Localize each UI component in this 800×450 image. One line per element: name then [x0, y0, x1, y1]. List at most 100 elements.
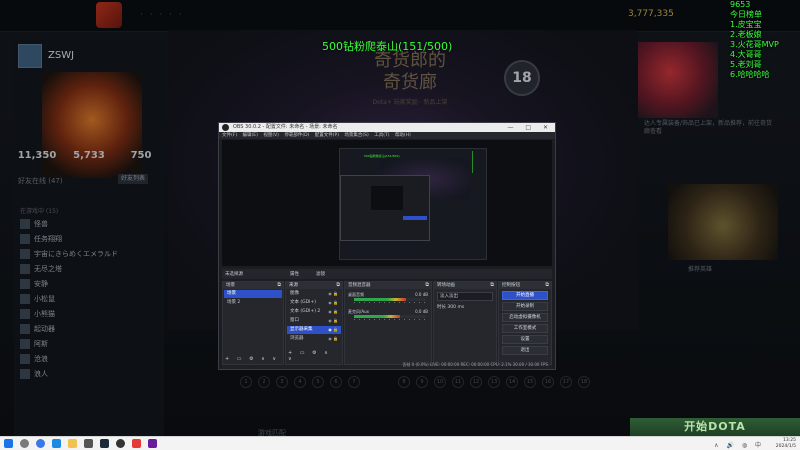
- source-item[interactable]: 窗口 ◉ 🔒: [287, 317, 341, 325]
- source-visibility-lock-icons[interactable]: ◉ 🔒: [328, 299, 338, 307]
- preview-goal-text: 500钻粉爬泰山(151/500): [364, 154, 400, 158]
- mixer-dock-header: 音频混音器 ⧉: [345, 282, 431, 289]
- search-icon[interactable]: [20, 439, 29, 448]
- transitions-dock-header: 转场动画 ⧉: [434, 282, 496, 289]
- scene-item[interactable]: 场景: [224, 290, 282, 298]
- volume-slider[interactable]: [354, 319, 426, 320]
- preview-nested-window: [340, 175, 430, 241]
- start-icon[interactable]: [4, 439, 13, 448]
- taskbar: ∧ 🔊 ◍ 中 13:25 2024/1/5: [0, 436, 800, 450]
- steam-icon[interactable]: [100, 439, 109, 448]
- track-db: 0.0 dB: [415, 309, 428, 314]
- control-button[interactable]: 开始录制: [502, 302, 548, 311]
- source-item[interactable]: 浏览器 ◉ 🔒: [287, 335, 341, 343]
- source-name: 文本 (GDI+) 2: [290, 309, 321, 314]
- leaderboard-line: 9653: [730, 0, 751, 9]
- preview-leaderboard: [472, 151, 484, 173]
- leaderboard-line: 2.老板娘: [730, 30, 762, 39]
- source-list: 图像 ◉ 🔒 文本 (GDI+) ◉ 🔒 文本 (GDI+) 2 ◉ 🔒 窗口 ◉ 🔒 显示器采…: [286, 290, 342, 343]
- app-icon[interactable]: [148, 439, 157, 448]
- obs-docks: 场景 ⧉ 场景 场景 2 + ▭ ⚙ ∧ ∨ 来源 ⧉ 图像 ◉ 🔒 文本 (GDI+…: [222, 281, 552, 369]
- dock-menu-icon[interactable]: ⧉: [277, 282, 281, 289]
- control-buttons: 开始直播开始录制启动虚拟摄像机 工作室模式设置退出: [499, 291, 551, 355]
- control-button[interactable]: 工作室模式: [502, 324, 548, 333]
- dock-title: 场景: [226, 283, 235, 288]
- leaderboard-line: 3.火花哥MVP: [730, 40, 779, 49]
- leaderboard-line: 4.大哥哥: [730, 50, 762, 59]
- stream-goal-text: 500钻粉爬泰山(151/500): [322, 40, 453, 53]
- mixer-track: 桌面音频 0.0 dB: [348, 292, 428, 306]
- controls-dock: 控制按钮 ⧉ 开始直播开始录制启动虚拟摄像机 工作室模式设置退出: [498, 281, 552, 365]
- scene-item[interactable]: 场景 2: [224, 299, 282, 307]
- control-button[interactable]: 设置: [502, 335, 548, 344]
- leaderboard-line: 5.老刘哥: [730, 60, 762, 69]
- source-name: 图像: [290, 291, 299, 296]
- sources-dock-header: 来源 ⧉: [286, 282, 342, 289]
- chrome-icon[interactable]: [36, 439, 45, 448]
- dota-taskbar-icon[interactable]: [132, 439, 141, 448]
- leaderboard-line: 今日榜单: [730, 10, 762, 19]
- source-item[interactable]: 文本 (GDI+) ◉ 🔒: [287, 299, 341, 307]
- clock-date: 2024/1/5: [775, 444, 796, 449]
- source-visibility-lock-icons[interactable]: ◉ 🔒: [328, 335, 338, 343]
- clock[interactable]: 13:25 2024/1/5: [776, 438, 796, 450]
- preview-nested-button: [403, 216, 427, 220]
- transition-select[interactable]: 淡入淡出: [437, 292, 493, 301]
- dock-title: 转场动画: [437, 283, 455, 288]
- obs-preview[interactable]: 500钻粉爬泰山(151/500): [222, 140, 552, 266]
- window-controls[interactable]: — □ ✕: [507, 123, 553, 132]
- volume-slider[interactable]: [354, 302, 426, 303]
- source-item[interactable]: 图像 ◉ 🔒: [287, 290, 341, 298]
- system-tray-icons[interactable]: ∧ 🔊 ◍ 中: [714, 440, 764, 449]
- dock-menu-icon[interactable]: ⧉: [336, 282, 340, 289]
- control-button[interactable]: 退出: [502, 346, 548, 355]
- leaderboard-line: 6.哈哈哈哈: [730, 70, 770, 79]
- dock-title: 控制按钮: [502, 283, 520, 288]
- source-visibility-lock-icons[interactable]: ◉ 🔒: [328, 308, 338, 316]
- volume-meter-fill: [354, 298, 406, 301]
- source-visibility-lock-icons[interactable]: ◉ 🔒: [328, 317, 338, 325]
- obs-window[interactable]: OBS 30.0.2 - 配置文件: 未命名 - 场景: 未命名 — □ ✕ 文…: [218, 122, 556, 370]
- obs-status-bar: 丢帧 0 (0.0%) LIVE: 00:00:00 REC: 00:00:00…: [402, 362, 548, 367]
- source-visibility-lock-icons[interactable]: ◉ 🔒: [328, 326, 338, 334]
- dock-title: 音频混音器: [348, 283, 371, 288]
- source-name: 窗口: [290, 318, 299, 323]
- volume-meter: [354, 298, 426, 301]
- mixer-tracks: 桌面音频 0.0 dB 麦克风/Aux 0.0 dB: [345, 292, 431, 323]
- dock-menu-icon[interactable]: ⧉: [545, 282, 549, 289]
- controls-dock-header: 控制按钮 ⧉: [499, 282, 551, 289]
- source-name: 显示器采集: [290, 327, 313, 332]
- transition-duration[interactable]: 时长 300 ms: [437, 304, 493, 310]
- leaderboard-line: 1.皮宝宝: [730, 20, 762, 29]
- today-leaderboard: 9653 今日榜单 1.皮宝宝 2.老板娘 3.火花哥MVP 4.大哥哥 5.老刘哥 6.哈哈…: [730, 0, 800, 80]
- control-button[interactable]: 开始直播: [502, 291, 548, 300]
- dock-menu-icon[interactable]: ⧉: [490, 282, 494, 289]
- dock-title: 来源: [289, 283, 298, 288]
- app-icon[interactable]: [84, 439, 93, 448]
- file-explorer-icon[interactable]: [68, 439, 77, 448]
- source-name: 文本 (GDI+): [290, 300, 316, 305]
- no-source-label: 未选择源: [225, 272, 243, 277]
- scene-list: 场景 场景 2: [223, 290, 283, 307]
- dock-menu-icon[interactable]: ⧉: [425, 282, 429, 289]
- play-dota-button[interactable]: 开始DOTA: [630, 418, 800, 436]
- source-item[interactable]: 文本 (GDI+) 2 ◉ 🔒: [287, 308, 341, 316]
- obs-taskbar-icon[interactable]: [116, 439, 125, 448]
- filters-button[interactable]: 滤镜: [316, 271, 325, 277]
- obs-menu-bar[interactable]: 文件(F) 编辑(E) 视图(V) 停靠部件(D) 配置文件(P) 场景集合(S…: [219, 132, 555, 139]
- volume-meter-fill: [354, 315, 401, 318]
- preview-nested-preview: [371, 186, 403, 210]
- properties-button[interactable]: 属性: [290, 271, 299, 277]
- source-item[interactable]: 显示器采集 ◉ 🔒: [287, 326, 341, 334]
- preview-canvas: 500钻粉爬泰山(151/500): [339, 148, 487, 260]
- control-button[interactable]: 启动虚拟摄像机: [502, 313, 548, 322]
- scenes-dock-header: 场景 ⧉: [223, 282, 283, 289]
- edge-icon[interactable]: [52, 439, 61, 448]
- source-visibility-lock-icons[interactable]: ◉ 🔒: [328, 290, 338, 298]
- scenes-dock: 场景 ⧉ 场景 场景 2 + ▭ ⚙ ∧ ∨: [222, 281, 284, 365]
- track-db: 0.0 dB: [415, 292, 428, 297]
- transitions-dock: 转场动画 ⧉ 淡入淡出 时长 300 ms: [433, 281, 497, 365]
- volume-meter: [354, 315, 426, 318]
- obs-title-text: OBS 30.0.2 - 配置文件: 未命名 - 场景: 未命名: [233, 124, 338, 130]
- obs-title-bar[interactable]: OBS 30.0.2 - 配置文件: 未命名 - 场景: 未命名 — □ ✕: [219, 123, 555, 132]
